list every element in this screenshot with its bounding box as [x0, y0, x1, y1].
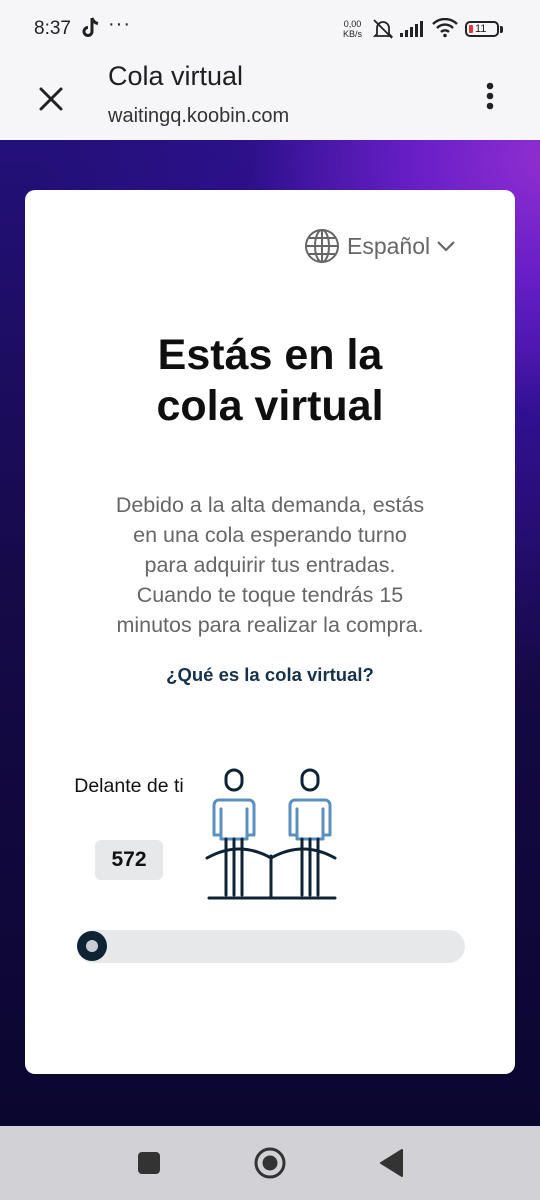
progress-knob-center [86, 940, 98, 952]
what-is-virtual-queue-link[interactable]: ¿Qué es la cola virtual? [25, 664, 515, 686]
system-navigation-bar [0, 1126, 540, 1200]
queue-card: Español Estás en la cola virtual Debido … [25, 190, 515, 1074]
back-triangle-icon[interactable] [378, 1148, 404, 1178]
person-icon [288, 768, 332, 897]
description-line: Cuando te toque tendrás 15 [136, 583, 404, 607]
status-bar: 8:37 ··· 0,00 KB/s 11 [0, 0, 540, 58]
queue-progress-bar [77, 930, 465, 963]
network-speed-value: 0,00 [343, 19, 362, 29]
battery-fill [469, 25, 473, 33]
heading-line-1: Estás en la [157, 331, 383, 379]
battery-icon: 11 [465, 21, 499, 37]
queue-description: Debido a la alta demanda, estás en una c… [75, 490, 465, 640]
home-circle-icon[interactable] [254, 1147, 286, 1179]
description-line: minutos para realizar la compra. [116, 613, 424, 637]
battery-nub [500, 26, 503, 33]
wifi-icon [432, 18, 458, 38]
page-url: waitingq.koobin.com [108, 105, 290, 127]
network-speed-unit: KB/s [343, 29, 363, 39]
more-vertical-icon[interactable] [476, 78, 504, 118]
page-title: Cola virtual [108, 61, 244, 91]
queue-progress-indicator [77, 931, 107, 961]
status-more-dots: ··· [108, 13, 131, 35]
network-speed: 0,00 KB/s [343, 19, 362, 39]
people-ahead-label: Delante de ti [74, 775, 184, 797]
description-line: Debido a la alta demanda, estás [115, 493, 425, 517]
language-selector[interactable]: Español [304, 229, 456, 263]
heading-line-2: cola virtual [156, 382, 384, 430]
battery-level: 11 [475, 23, 487, 35]
chevron-down-icon [437, 241, 455, 252]
close-icon[interactable] [32, 80, 70, 118]
queue-people-icon [205, 768, 337, 900]
tiktok-icon [82, 17, 99, 37]
custom-tab-toolbar: Cola virtual waitingq.koobin.com [0, 58, 540, 140]
signal-icon [400, 21, 423, 37]
status-time: 8:37 [34, 18, 71, 39]
globe-icon [305, 229, 339, 263]
description-line: para adquirir tus entradas. [144, 553, 396, 577]
square-icon[interactable] [138, 1152, 160, 1174]
people-ahead-count: 572 [95, 840, 163, 880]
language-label: Español [347, 232, 431, 259]
page-heading: Estás en la cola virtual [25, 330, 515, 432]
muted-bell-icon [372, 19, 394, 39]
description-line: en una cola esperando turno [133, 523, 407, 547]
person-icon [212, 768, 256, 897]
